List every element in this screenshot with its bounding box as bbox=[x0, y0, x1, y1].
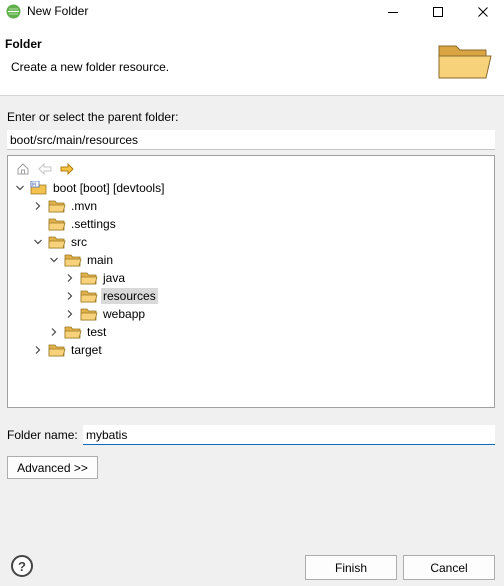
close-button[interactable] bbox=[465, 0, 501, 24]
project-icon: M bbox=[30, 181, 48, 195]
folder-icon bbox=[80, 307, 98, 321]
folder-open-icon bbox=[64, 253, 82, 267]
parent-folder-input[interactable] bbox=[7, 130, 495, 150]
eclipse-app-icon bbox=[6, 4, 21, 19]
title-bar: New Folder bbox=[0, 0, 504, 24]
page-title: Folder bbox=[5, 37, 42, 51]
forward-arrow-icon[interactable] bbox=[58, 161, 76, 177]
tree-toolbar bbox=[14, 161, 76, 177]
folder-name-label: Folder name: bbox=[7, 428, 78, 442]
tree-item-label: webapp bbox=[103, 307, 146, 321]
folder-icon bbox=[80, 289, 98, 303]
tree-item-src[interactable]: src bbox=[32, 233, 89, 251]
folder-icon bbox=[48, 217, 66, 231]
svg-text:M: M bbox=[32, 182, 36, 188]
tree-item-java[interactable]: java bbox=[64, 269, 127, 287]
maximize-button[interactable] bbox=[420, 0, 456, 24]
tree-item-mvn[interactable]: .mvn bbox=[32, 197, 99, 215]
folder-name-input[interactable] bbox=[83, 425, 495, 445]
tree-item-webapp[interactable]: webapp bbox=[64, 305, 147, 323]
tree-item-settings[interactable]: .settings bbox=[32, 215, 118, 233]
tree-item-target[interactable]: target bbox=[32, 341, 104, 359]
tree-item-resources[interactable]: resources bbox=[64, 287, 158, 305]
parent-folder-label: Enter or select the parent folder: bbox=[7, 110, 179, 124]
tree-item-label: java bbox=[103, 271, 126, 285]
tree-item-label: main bbox=[87, 253, 114, 267]
tree-item-label: .mvn bbox=[71, 199, 98, 213]
chevron-right-icon[interactable] bbox=[64, 290, 76, 302]
chevron-down-icon[interactable] bbox=[32, 236, 44, 248]
folder-icon bbox=[48, 199, 66, 213]
finish-button[interactable]: Finish bbox=[305, 555, 397, 580]
header-banner: Folder Create a new folder resource. bbox=[0, 24, 504, 96]
cancel-button[interactable]: Cancel bbox=[403, 555, 495, 580]
minimize-button[interactable] bbox=[375, 0, 411, 24]
chevron-down-icon[interactable] bbox=[14, 182, 26, 194]
folder-open-icon bbox=[48, 235, 66, 249]
folder-wizard-icon bbox=[436, 40, 494, 82]
chevron-right-icon[interactable] bbox=[48, 326, 60, 338]
tree-item-test[interactable]: test bbox=[48, 323, 108, 341]
tree-item-label: boot [boot] [devtools] bbox=[53, 181, 165, 195]
tree-item-boot-project[interactable]: M boot [boot] [devtools] bbox=[14, 179, 166, 197]
chevron-down-icon[interactable] bbox=[48, 254, 60, 266]
folder-icon bbox=[80, 271, 98, 285]
tree-item-label: target bbox=[71, 343, 102, 357]
page-description: Create a new folder resource. bbox=[11, 60, 170, 74]
tree-item-label: resources bbox=[101, 288, 158, 304]
tree-item-label: .settings bbox=[71, 217, 116, 231]
window-title: New Folder bbox=[27, 4, 89, 18]
folder-icon bbox=[48, 343, 66, 357]
tree-item-main[interactable]: main bbox=[48, 251, 115, 269]
tree-item-label: test bbox=[87, 325, 107, 339]
back-arrow-icon[interactable] bbox=[36, 161, 54, 177]
tree-item-label: src bbox=[71, 235, 87, 249]
folder-tree[interactable]: M boot [boot] [devtools] .mvn .settings … bbox=[7, 155, 495, 408]
chevron-right-icon[interactable] bbox=[32, 200, 44, 212]
advanced-button[interactable]: Advanced >> bbox=[7, 456, 98, 479]
chevron-right-icon[interactable] bbox=[32, 344, 44, 356]
chevron-right-icon[interactable] bbox=[64, 272, 76, 284]
chevron-right-icon[interactable] bbox=[64, 308, 76, 320]
home-icon[interactable] bbox=[14, 161, 32, 177]
folder-icon bbox=[64, 325, 82, 339]
help-icon[interactable]: ? bbox=[11, 555, 33, 577]
